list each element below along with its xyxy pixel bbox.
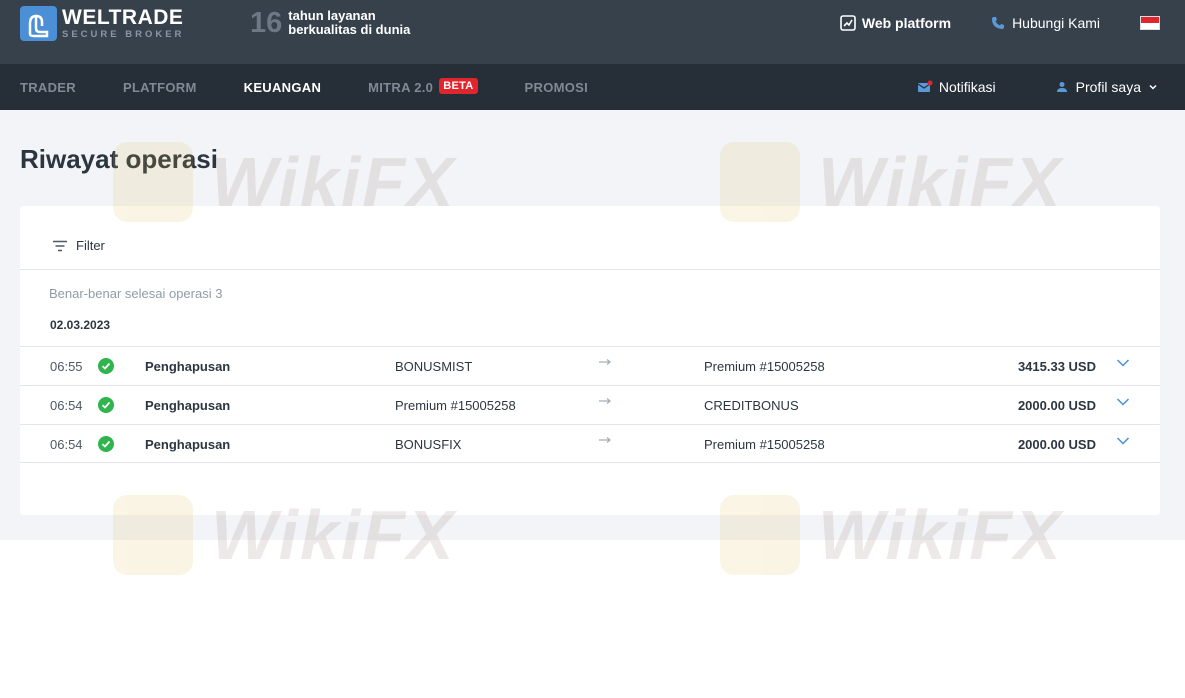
- chevron-down-icon[interactable]: [1116, 436, 1130, 446]
- table-row[interactable]: 06:55 Penghapusan BONUSMIST Premium #150…: [20, 346, 1160, 385]
- operation-source: Premium #15005258: [395, 398, 516, 413]
- filter-icon: [53, 240, 67, 251]
- profile-menu[interactable]: Profil saya: [1056, 79, 1158, 95]
- main-content: Riwayat operasi Filter Benar-benar seles…: [0, 110, 1185, 540]
- filter-label: Filter: [76, 238, 105, 253]
- arrow-right-icon: [599, 398, 611, 404]
- check-circle-icon: [98, 358, 114, 374]
- operation-time: 06:55: [50, 359, 83, 374]
- brand-tagline: SECURE BROKER: [62, 28, 185, 40]
- nav-item-keuangan[interactable]: KEUANGAN: [244, 80, 322, 95]
- operation-type: Penghapusan: [145, 398, 231, 413]
- operation-type: Penghapusan: [145, 359, 231, 374]
- weltrade-logo-icon: [20, 6, 57, 41]
- profile-label: Profil saya: [1075, 79, 1141, 95]
- chevron-down-icon[interactable]: [1116, 358, 1130, 368]
- table-row[interactable]: 06:54 Penghapusan BONUSFIX Premium #1500…: [20, 424, 1160, 463]
- operation-time: 06:54: [50, 437, 83, 452]
- notifications-button[interactable]: Notifikasi: [917, 79, 996, 95]
- notifications-label: Notifikasi: [938, 79, 996, 95]
- operation-time: 06:54: [50, 398, 83, 413]
- operations-summary: Benar-benar selesai operasi 3: [49, 286, 223, 301]
- chevron-down-icon: [1149, 84, 1157, 90]
- operation-amount: 2000.00 USD: [1017, 398, 1096, 413]
- top-header: WELTRADE SECURE BROKER 16 tahun layanan …: [0, 0, 1185, 64]
- operation-type: Penghapusan: [145, 437, 231, 452]
- operation-destination: CREDITBONUS: [704, 398, 799, 413]
- nav-item-promosi[interactable]: PROMOSI: [525, 80, 589, 95]
- web-platform-link[interactable]: Web platform: [840, 15, 951, 31]
- operation-amount: 3415.33 USD: [1017, 359, 1096, 374]
- years-line-1: tahun layanan: [288, 8, 376, 23]
- beta-badge: BETA: [439, 78, 478, 94]
- brand-name: WELTRADE: [62, 5, 184, 29]
- table-row[interactable]: 06:54 Penghapusan Premium #15005258 CRED…: [20, 385, 1160, 424]
- web-platform-label: Web platform: [861, 15, 952, 31]
- arrow-right-icon: [599, 437, 611, 443]
- nav-item-platform[interactable]: PLATFORM: [123, 80, 197, 95]
- operations-list: 06:55 Penghapusan BONUSMIST Premium #150…: [20, 346, 1160, 463]
- user-icon: [1056, 82, 1067, 92]
- operation-destination: Premium #15005258: [704, 437, 825, 452]
- contact-link[interactable]: Hubungi Kami: [991, 15, 1100, 31]
- indonesia-flag-icon[interactable]: [1140, 16, 1160, 30]
- operation-amount: 2000.00 USD: [1017, 437, 1096, 452]
- arrow-right-icon: [599, 359, 611, 365]
- nav-item-trader[interactable]: TRADER: [20, 80, 76, 95]
- brand-logo[interactable]: WELTRADE SECURE BROKER: [20, 6, 184, 41]
- chart-icon: [840, 15, 856, 31]
- operation-source: BONUSMIST: [395, 359, 473, 374]
- operations-date: 02.03.2023: [50, 318, 111, 332]
- chevron-down-icon[interactable]: [1116, 397, 1130, 407]
- years-number: 16: [250, 7, 283, 39]
- check-circle-icon: [98, 436, 114, 452]
- mail-icon: [917, 80, 933, 92]
- check-circle-icon: [98, 397, 114, 413]
- divider: [20, 269, 1160, 270]
- phone-icon: [992, 17, 1005, 29]
- years-line-2: berkualitas di dunia: [288, 22, 411, 37]
- operation-source: BONUSFIX: [395, 437, 462, 452]
- operation-destination: Premium #15005258: [704, 359, 825, 374]
- page-title: Riwayat operasi: [20, 144, 218, 174]
- operations-card: Filter Benar-benar selesai operasi 3 02.…: [20, 206, 1160, 515]
- filter-button[interactable]: Filter: [52, 238, 105, 253]
- nav-item-mitra[interactable]: MITRA 2.0 BETA: [368, 78, 478, 95]
- years-of-service: 16 tahun layanan berkualitas di dunia: [250, 8, 410, 38]
- contact-label: Hubungi Kami: [1012, 15, 1100, 31]
- main-navigation: TRADER PLATFORM KEUANGAN MITRA 2.0 BETA …: [0, 64, 1185, 110]
